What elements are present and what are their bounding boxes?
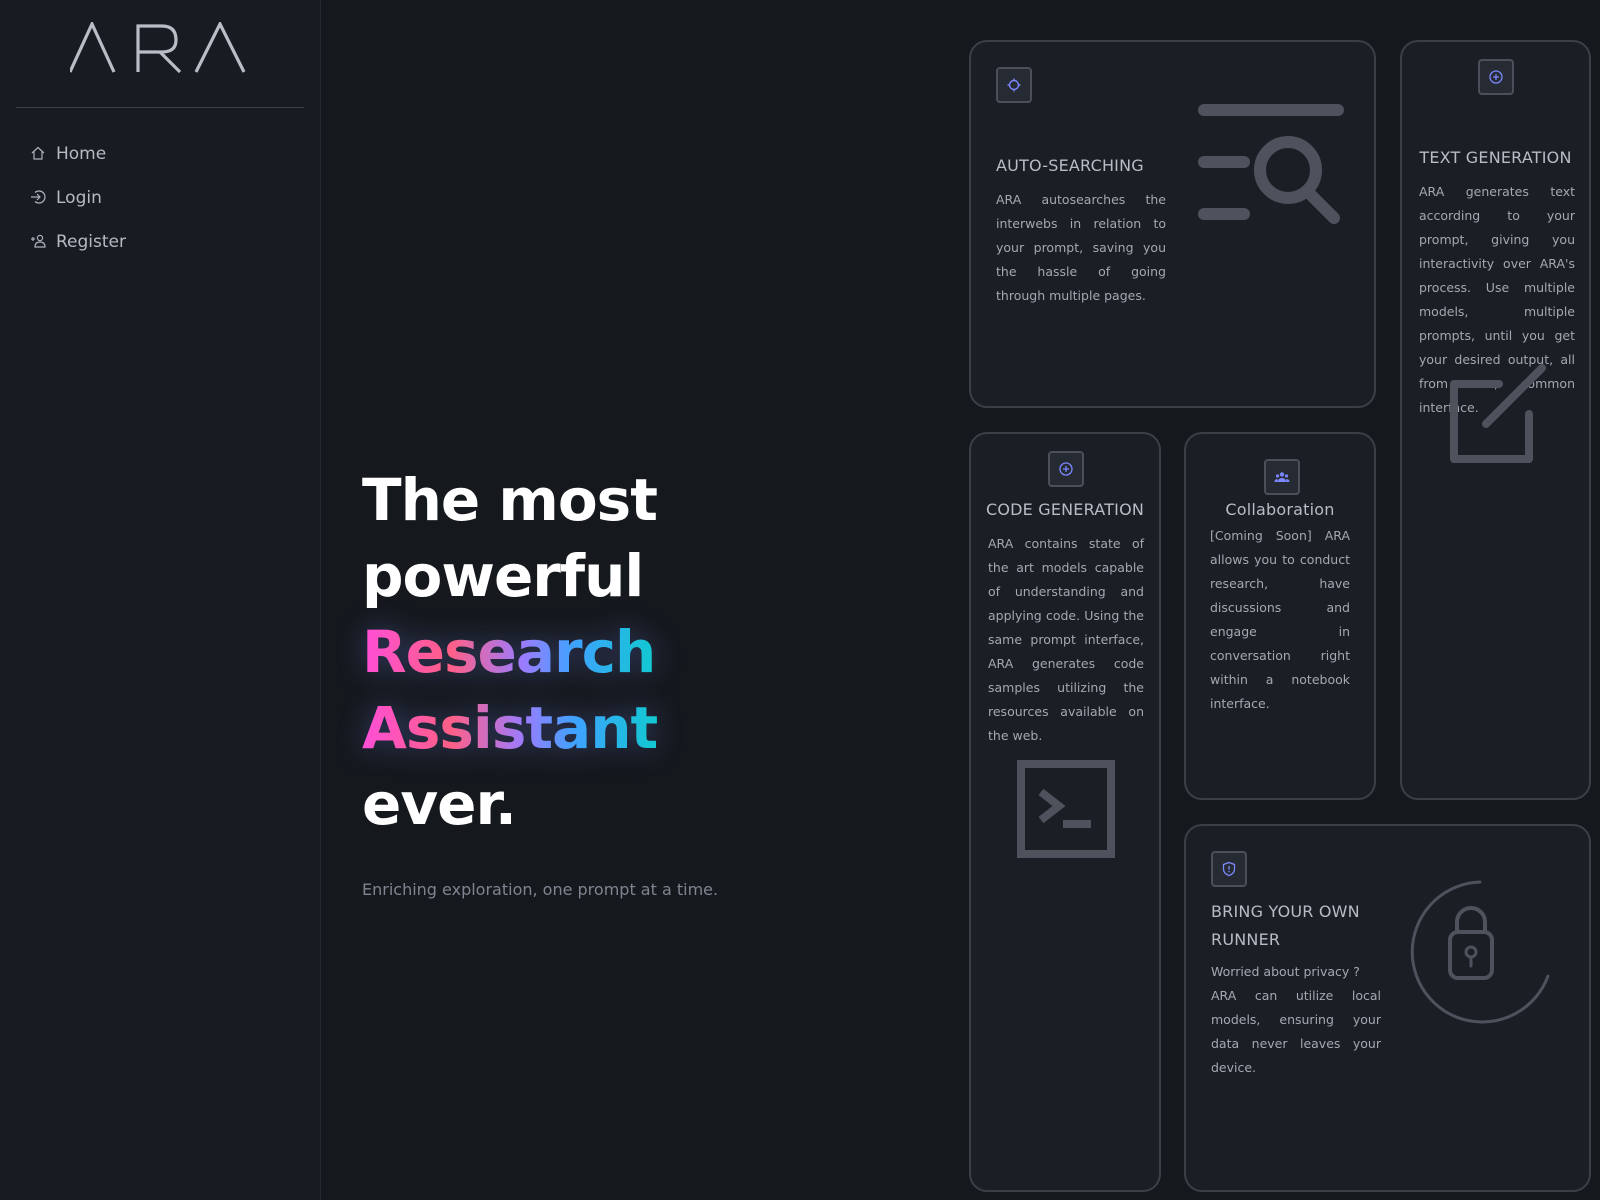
plus-circle-icon (1048, 451, 1084, 487)
card-title: BRING YOUR OWN RUNNER (1211, 902, 1360, 949)
card-description: Worried about privacy ? ARA can utilize … (1211, 960, 1381, 1080)
terminal-icon (1017, 760, 1115, 862)
sidebar-item-label: Login (56, 188, 102, 208)
user-plus-icon (30, 233, 48, 251)
hero-section: The most powerful Research Assistant eve… (362, 462, 882, 899)
card-title: Collaboration (1225, 500, 1335, 519)
card-title: CODE GENERATION (985, 500, 1145, 519)
login-icon (30, 189, 48, 207)
sidebar-item-login[interactable]: Login (30, 176, 126, 220)
crosshair-icon (996, 67, 1032, 103)
card-description: ARA autosearches the interwebs in relati… (996, 192, 1166, 303)
hero-headline: The most powerful Research Assistant eve… (362, 462, 882, 842)
card-description-line-1: Worried about privacy ? (1211, 964, 1360, 979)
feature-card-auto-searching: AUTO-SEARCHING ARA autosearches the inte… (969, 40, 1376, 408)
sidebar-nav: Home Login Register (30, 132, 126, 264)
card-description: ARA contains state of the art models cap… (988, 536, 1144, 743)
sidebar-divider (16, 107, 304, 108)
search-list-icon (1196, 100, 1346, 234)
sidebar-item-home[interactable]: Home (30, 132, 126, 176)
sidebar-item-label: Register (56, 232, 126, 252)
users-icon (1264, 459, 1300, 495)
feature-card-text-generation: TEXT GENERATION ARA generates text accor… (1400, 40, 1591, 800)
logo-mark (68, 20, 246, 74)
feature-card-code-generation: CODE GENERATION ARA contains state of th… (969, 432, 1161, 1192)
home-icon (30, 145, 48, 163)
lock-icon (1408, 878, 1558, 1032)
hero-subtitle: Enriching exploration, one prompt at a t… (362, 880, 719, 899)
hero-line-1: The most powerful (362, 466, 658, 610)
feature-card-bring-your-own-runner: BRING YOUR OWN RUNNER Worried about priv… (1184, 824, 1591, 1192)
card-title: TEXT GENERATION (1419, 148, 1572, 167)
sidebar-item-label: Home (56, 144, 107, 164)
plus-circle-icon (1478, 59, 1514, 95)
sidebar-item-register[interactable]: Register (30, 220, 126, 264)
card-description-line-2: ARA can utilize local models, ensuring y… (1211, 988, 1381, 1075)
hero-highlight-research: Research (362, 618, 656, 686)
card-title: AUTO-SEARCHING (996, 156, 1144, 175)
ara-logo[interactable] (68, 20, 250, 74)
edit-icon (1444, 364, 1554, 478)
card-description: [Coming Soon] ARA allows you to conduct … (1210, 528, 1350, 711)
hero-line-3: ever. (362, 770, 517, 838)
hero-highlight-assistant: Assistant (362, 694, 658, 762)
shield-icon (1211, 851, 1247, 887)
sidebar: Home Login Register (0, 0, 321, 1200)
feature-card-collaboration: Collaboration [Coming Soon] ARA allows y… (1184, 432, 1376, 800)
